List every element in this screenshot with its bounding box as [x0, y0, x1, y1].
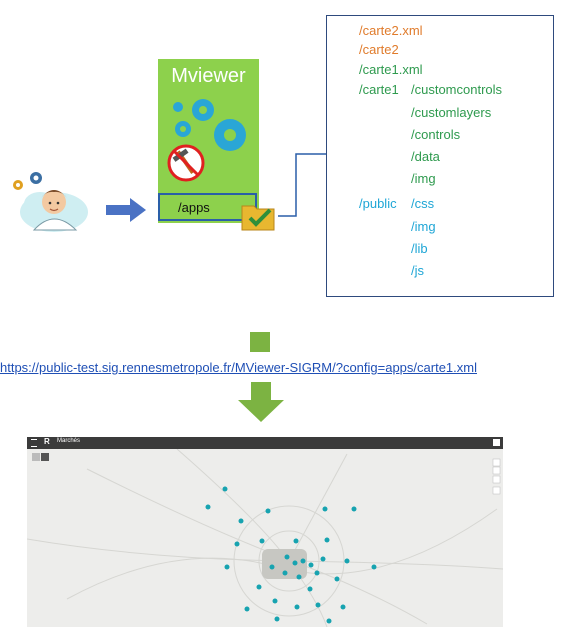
arrow-down-icon — [238, 382, 284, 422]
tree-item: /js — [411, 263, 424, 278]
logo: R — [44, 437, 50, 446]
map-title: Marchés — [57, 438, 81, 444]
tree-item: /carte1.xml — [359, 62, 423, 77]
tree-item: /carte2 — [359, 42, 399, 57]
arrow-right-icon — [106, 198, 146, 222]
map-toolbar: R Marchés — [27, 437, 503, 449]
tree-item: /controls — [411, 127, 461, 142]
gear-icon — [13, 172, 42, 190]
menu-icon[interactable] — [31, 439, 37, 447]
tree-item: /lib — [411, 241, 428, 256]
tree-item: /customcontrols — [411, 82, 503, 97]
info-button[interactable] — [493, 439, 500, 446]
map-preview: R Marchés — [27, 437, 503, 627]
tree-item: /css — [411, 196, 435, 211]
tree-item: /carte1 — [359, 82, 399, 97]
connector-line — [278, 153, 326, 217]
tree-item: /img — [411, 171, 436, 186]
apps-label: /apps — [178, 200, 210, 215]
folder-check-icon — [241, 205, 275, 231]
tree-item: /customlayers — [411, 105, 492, 120]
tree-item: /public — [359, 196, 397, 211]
step-square — [250, 332, 270, 352]
directory-tree: /carte2.xml /carte2 /carte1.xml /carte1 … — [326, 15, 554, 297]
mviewer-title: Mviewer — [171, 65, 246, 87]
config-url-link[interactable]: https://public-test.sig.rennesmetropole.… — [0, 360, 567, 375]
tree-item: /img — [411, 219, 436, 234]
map-canvas — [27, 449, 503, 627]
tree-item: /carte2.xml — [359, 23, 423, 38]
tree-item: /data — [411, 149, 440, 164]
no-tools-icon — [167, 144, 205, 182]
